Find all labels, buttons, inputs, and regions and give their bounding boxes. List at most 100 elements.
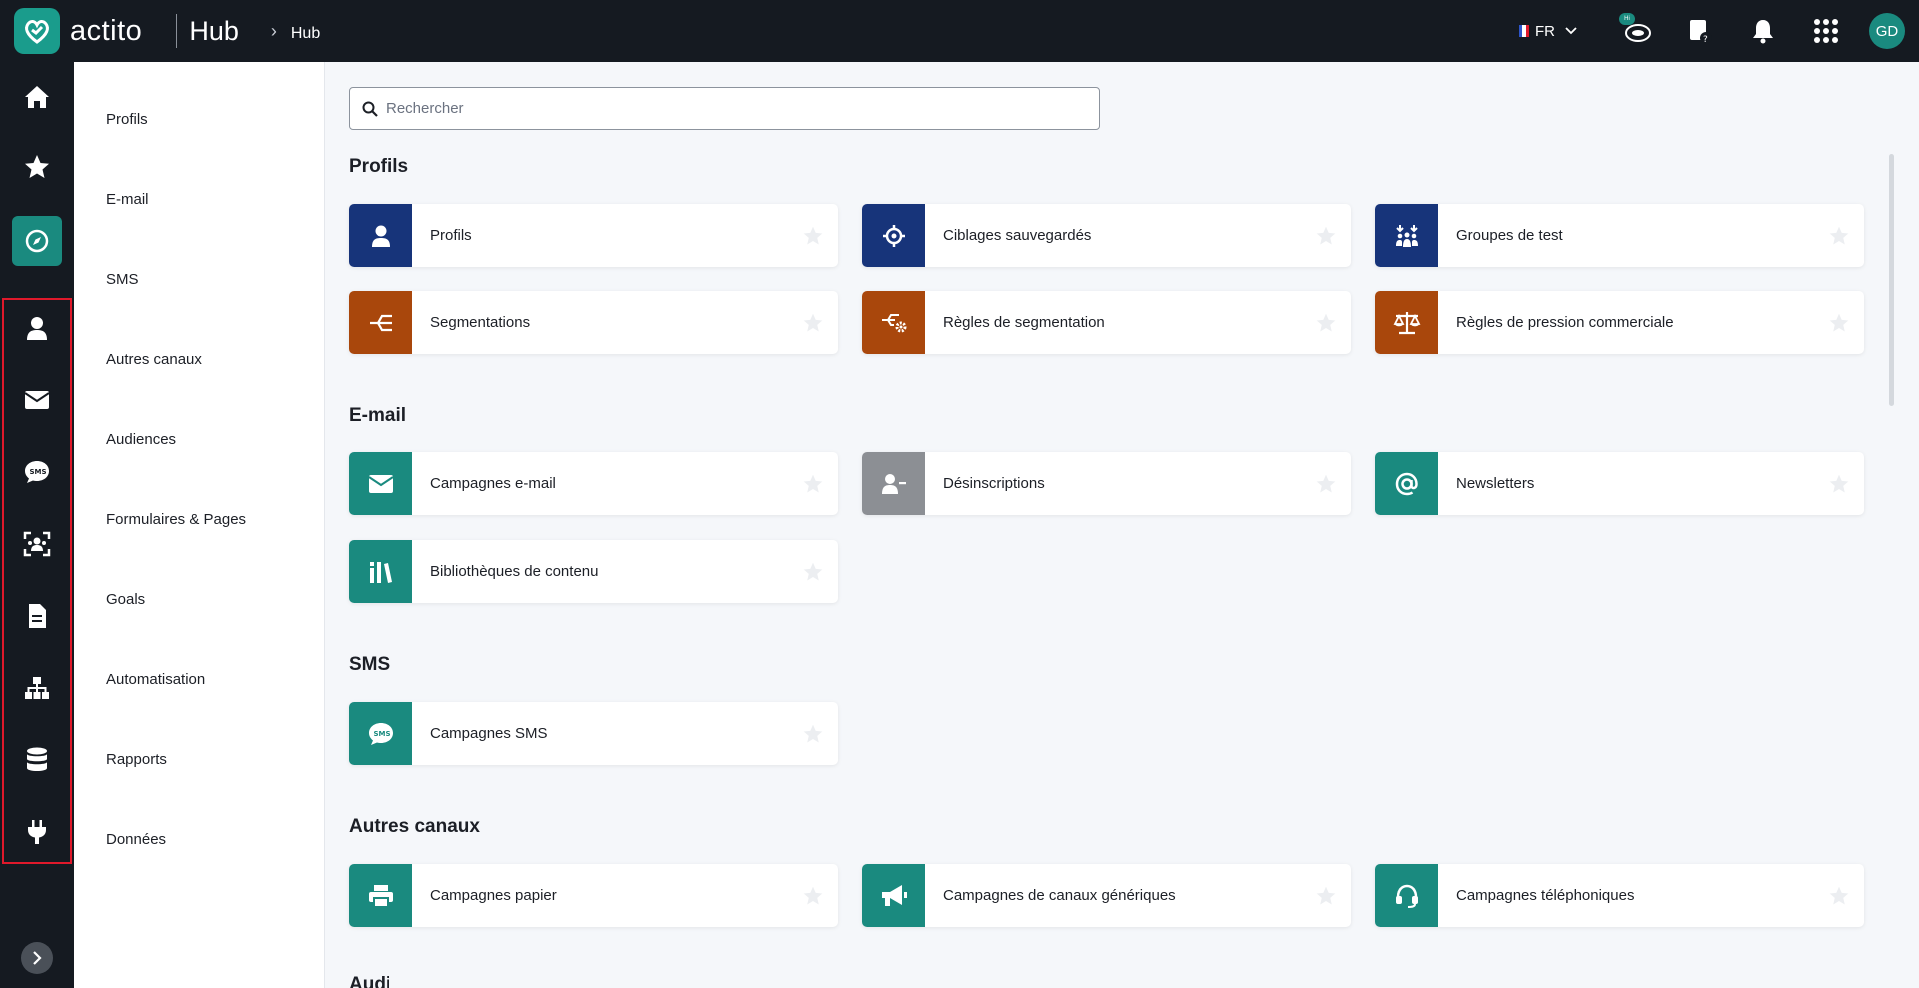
user-icon [27, 317, 47, 340]
card-campagnes-email[interactable]: Campagnes e-mail [349, 452, 838, 515]
star-icon [25, 155, 49, 178]
card-icon-tile [349, 864, 412, 927]
card-label: Campagnes e-mail [430, 475, 556, 492]
notifications-button[interactable] [1743, 11, 1783, 51]
section-title-autres-canaux: Autres canaux [349, 816, 480, 837]
rail-audiences[interactable] [12, 519, 62, 569]
user-avatar[interactable]: GD [1869, 13, 1905, 49]
favorite-star-icon[interactable] [802, 312, 824, 334]
search-box[interactable] [349, 87, 1100, 130]
help-button[interactable]: ? [1680, 11, 1720, 51]
card-label: Segmentations [430, 314, 531, 331]
card-label: Campagnes SMS [430, 725, 548, 742]
favorite-star-icon[interactable] [1828, 225, 1850, 247]
printer-icon [368, 884, 393, 908]
favorite-star-icon[interactable] [1828, 312, 1850, 334]
card-icon-tile [1375, 291, 1438, 354]
card-campagnes-papier[interactable]: Campagnes papier [349, 864, 838, 927]
card-desinscriptions[interactable]: Désinscriptions [862, 452, 1351, 515]
nav-item-automatisation[interactable]: Automatisation [106, 671, 205, 688]
rail-profiles[interactable] [12, 303, 62, 353]
search-input[interactable] [386, 100, 1066, 117]
card-icon-tile [862, 452, 925, 515]
rail-forms-pages[interactable] [12, 591, 62, 641]
card-segmentations[interactable]: Segmentations [349, 291, 838, 354]
favorite-star-icon[interactable] [1828, 885, 1850, 907]
favorite-star-icon[interactable] [1315, 312, 1337, 334]
language-label: FR [1535, 22, 1555, 40]
logo-text: actito [70, 14, 143, 47]
envelope-icon [24, 391, 50, 409]
rail-favorites[interactable] [12, 142, 62, 192]
favorite-star-icon[interactable] [802, 473, 824, 495]
favorite-star-icon[interactable] [802, 723, 824, 745]
at-icon [1395, 472, 1418, 495]
card-regles-pression-commerciale[interactable]: Règles de pression commerciale [1375, 291, 1864, 354]
rail-sms[interactable]: SMS [12, 447, 62, 497]
nav-item-audiences[interactable]: Audiences [106, 431, 176, 448]
rail-email[interactable] [12, 375, 62, 425]
nav-item-donnees[interactable]: Données [106, 831, 166, 848]
language-selector[interactable]: FR [1519, 23, 1577, 40]
card-ciblages-sauvegardes[interactable]: Ciblages sauvegardés [862, 204, 1351, 267]
topbar-divider [176, 14, 178, 48]
card-profils[interactable]: Profils [349, 204, 838, 267]
card-label: Newsletters [1456, 475, 1535, 492]
card-icon-tile [349, 204, 412, 267]
favorite-star-icon[interactable] [1315, 473, 1337, 495]
user-minus-icon [881, 473, 906, 494]
bell-icon [1753, 20, 1773, 44]
sms-icon: SMS [25, 461, 49, 483]
card-icon-tile [862, 291, 925, 354]
user-icon [371, 225, 390, 247]
favorite-star-icon[interactable] [1315, 225, 1337, 247]
rail-home[interactable] [12, 72, 62, 122]
card-newsletters[interactable]: Newsletters [1375, 452, 1864, 515]
app-name[interactable]: Hub [189, 16, 239, 47]
favorite-star-icon[interactable] [1828, 473, 1850, 495]
card-label: Profils [430, 227, 472, 244]
card-groupes-de-test[interactable]: Groupes de test [1375, 204, 1864, 267]
rail-reports[interactable] [12, 735, 62, 785]
nav-item-rapports[interactable]: Rapports [106, 751, 167, 768]
home-icon [25, 86, 49, 108]
card-label: Groupes de test [1456, 227, 1563, 244]
scrollbar-thumb[interactable] [1889, 154, 1894, 406]
rail-expand-button[interactable] [21, 942, 53, 974]
favorite-star-icon[interactable] [1315, 885, 1337, 907]
assistant-button[interactable]: Hi [1617, 11, 1657, 51]
nav-item-autres-canaux[interactable]: Autres canaux [106, 351, 202, 368]
card-campagnes-sms[interactable]: SMS Campagnes SMS [349, 702, 838, 765]
nav-item-sms[interactable]: SMS [106, 271, 139, 288]
breadcrumb[interactable]: Hub [291, 25, 320, 43]
nav-item-profils[interactable]: Profils [106, 111, 148, 128]
apps-button[interactable] [1806, 11, 1846, 51]
nav-item-goals[interactable]: Goals [106, 591, 145, 608]
card-regles-de-segmentation[interactable]: Règles de segmentation [862, 291, 1351, 354]
card-campagnes-canaux-generiques[interactable]: Campagnes de canaux génériques [862, 864, 1351, 927]
favorite-star-icon[interactable] [802, 885, 824, 907]
card-icon-tile: SMS [349, 702, 412, 765]
nav-item-email[interactable]: E-mail [106, 191, 149, 208]
card-campagnes-telephoniques[interactable]: Campagnes téléphoniques [1375, 864, 1864, 927]
document-icon [29, 604, 46, 628]
card-bibliotheques-de-contenu[interactable]: Bibliothèques de contenu [349, 540, 838, 603]
favorite-star-icon[interactable] [802, 561, 824, 583]
card-icon-tile [1375, 452, 1438, 515]
svg-text:?: ? [1703, 35, 1708, 44]
favorite-star-icon[interactable] [802, 225, 824, 247]
rail-hub[interactable] [12, 216, 62, 266]
card-icon-tile [862, 864, 925, 927]
library-icon [369, 561, 392, 583]
search-icon [362, 101, 378, 117]
rail-automation[interactable] [12, 663, 62, 713]
section-title-audiences-partial: Audiences [349, 974, 389, 988]
actito-logo[interactable]: actito [14, 8, 142, 54]
breadcrumb-chevron-icon: › [270, 20, 277, 41]
assistant-badge: Hi [1619, 13, 1635, 25]
card-label: Bibliothèques de contenu [430, 563, 599, 580]
nav-item-formulaires-pages[interactable]: Formulaires & Pages [106, 511, 246, 528]
rail-data[interactable] [12, 807, 62, 857]
card-label: Campagnes papier [430, 887, 557, 904]
actito-logo-mark [14, 8, 60, 54]
